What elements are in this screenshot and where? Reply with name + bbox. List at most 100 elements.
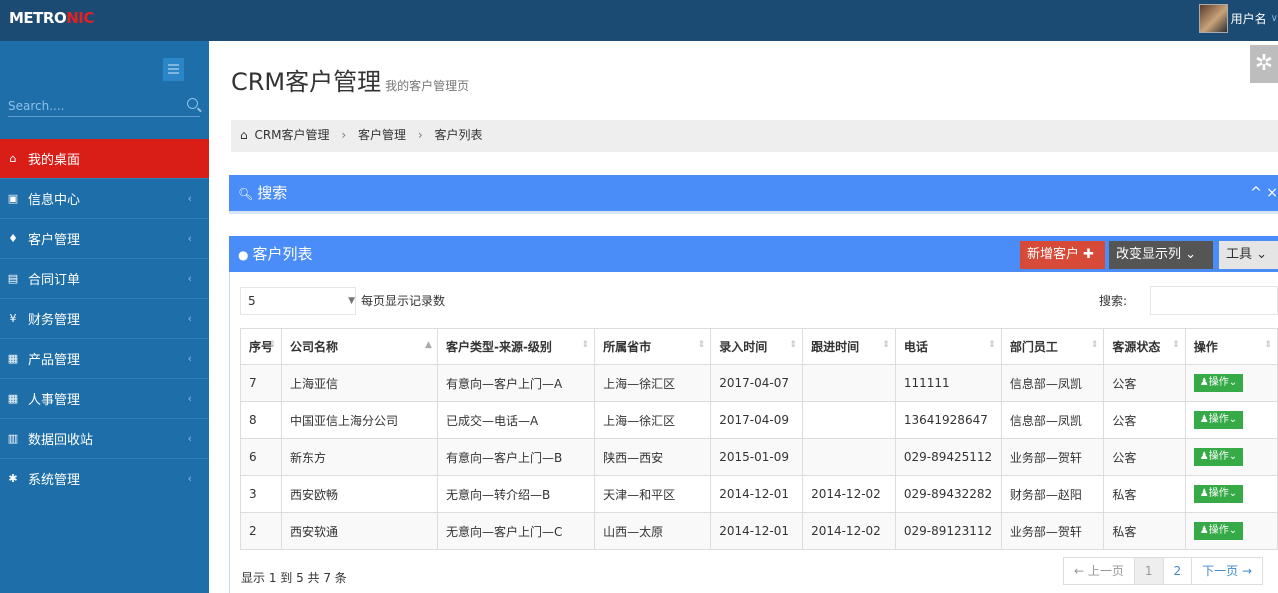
- table-cell: ♟操作⌄: [1184, 364, 1278, 402]
- panel-tools[interactable]: ^ ×: [1250, 175, 1278, 211]
- sort-icon: ⇕: [697, 340, 706, 350]
- search-panel-header[interactable]: 🔍︎ 搜索 ^ ×: [229, 175, 1278, 211]
- sidebar-item-label: 产品管理: [28, 353, 81, 368]
- table-cell: 业务部—贺轩: [1000, 438, 1105, 476]
- table-cell: 信息部—凤凯: [1000, 401, 1105, 439]
- column-header[interactable]: 客户类型-来源-级别 ⇕: [436, 328, 596, 365]
- table-cell: 中国亚信上海分公司: [281, 401, 438, 439]
- sidebar-search-input[interactable]: Search....: [8, 97, 200, 117]
- table-cell: 2: [239, 512, 283, 550]
- sidebar-item-2[interactable]: ♦ 客户管理 ‹: [0, 218, 209, 258]
- table-cell: 13641928647: [894, 401, 1002, 439]
- change-columns-button[interactable]: 改变显示列 ⌄: [1109, 241, 1213, 269]
- column-header[interactable]: 电话 ⇕: [894, 328, 1002, 365]
- column-header[interactable]: 跟进时间 ⇕: [802, 328, 896, 365]
- top-header: METRONIC 用户名 ∨: [0, 0, 1278, 41]
- filter-label: 搜索:: [1099, 294, 1128, 308]
- page-2-button[interactable]: 2: [1162, 557, 1193, 585]
- sidebar-item-0[interactable]: ⌂ 我的桌面: [0, 139, 209, 178]
- table-row: 6 新东方 有意向—客户上门—B 陕西—西安 2015-01-09 029-8942511…: [239, 438, 1278, 476]
- user-icon: ♟: [1199, 525, 1209, 536]
- table-cell: 2014-12-01: [710, 475, 804, 513]
- sidebar-item-4[interactable]: ¥ 财务管理 ‹: [0, 298, 209, 338]
- trash-icon: ▥: [7, 432, 19, 445]
- table-cell: 公客: [1103, 401, 1186, 439]
- action-button[interactable]: ♟操作⌄: [1193, 374, 1244, 392]
- logo[interactable]: METRONIC: [9, 9, 94, 27]
- settings-gear-icon[interactable]: ✲: [1250, 45, 1278, 83]
- tools-button[interactable]: 工具 ⌄: [1219, 241, 1278, 269]
- action-button[interactable]: ♟操作⌄: [1193, 411, 1244, 429]
- filter-input[interactable]: [1150, 286, 1278, 315]
- user-icon: ♟: [1199, 377, 1209, 388]
- chevron-left-icon: ‹: [187, 472, 192, 485]
- column-header[interactable]: 公司名称 ▲: [281, 328, 438, 365]
- table-info: 显示 1 到 5 共 7 条: [241, 571, 347, 585]
- next-page-button[interactable]: 下一页 →: [1191, 557, 1264, 585]
- column-header[interactable]: 所属省市 ⇕: [594, 328, 712, 365]
- table-cell: 029-89123112: [894, 512, 1002, 550]
- table-row: 7 上海亚信 有意向—客户上门—A 上海—徐汇区 2017-04-07 111111 信息部…: [239, 364, 1278, 402]
- table-cell: 2015-01-09: [710, 438, 804, 476]
- sidebar-item-label: 信息中心: [28, 193, 81, 208]
- search-placeholder: Search....: [8, 99, 65, 113]
- page-1-button[interactable]: 1: [1133, 557, 1164, 585]
- sidebar-item-7[interactable]: ▥ 数据回收站 ‹: [0, 418, 209, 458]
- chevron-down-icon: ⌄: [1185, 247, 1197, 262]
- action-button[interactable]: ♟操作⌄: [1193, 485, 1244, 503]
- table-cell: 有意向—客户上门—A: [436, 364, 596, 402]
- sort-icon: ⇕: [882, 340, 890, 350]
- username: 用户名: [1230, 11, 1267, 26]
- sidebar-item-label: 合同订单: [28, 273, 81, 288]
- column-header[interactable]: 客源状态 ⇕: [1103, 328, 1186, 365]
- column-header[interactable]: 操作 ⇕: [1184, 328, 1278, 365]
- yen-icon: ¥: [9, 312, 17, 325]
- breadcrumb-item-customer[interactable]: 客户管理: [358, 128, 406, 142]
- table-cell: ♟操作⌄: [1184, 475, 1278, 513]
- menu-toggle-icon[interactable]: [163, 58, 184, 81]
- table-cell: 已成交—电话—A: [436, 401, 596, 439]
- chevron-down-icon: ⌄: [1228, 488, 1238, 499]
- breadcrumb-separator: ›: [341, 128, 347, 142]
- breadcrumb-item-crm[interactable]: CRM客户管理: [254, 128, 329, 142]
- sort-icon: ⇕: [789, 340, 798, 350]
- table-cell: 无意向—客户上门—C: [436, 512, 596, 550]
- plus-icon: ✚: [1083, 247, 1095, 262]
- chevron-left-icon: ‹: [187, 232, 192, 245]
- column-header[interactable]: 序号 ⇕: [239, 328, 283, 365]
- caret-down-icon: ▼: [348, 296, 355, 306]
- table-cell: 天津—和平区: [594, 475, 712, 513]
- page-length-label: 每页显示记录数: [361, 294, 446, 308]
- search-icon[interactable]: [187, 98, 198, 109]
- sidebar-item-6[interactable]: ▦ 人事管理 ‹: [0, 378, 209, 418]
- sidebar-item-3[interactable]: ▤ 合同订单 ‹: [0, 258, 209, 298]
- action-button[interactable]: ♟操作⌄: [1193, 448, 1244, 466]
- user-menu[interactable]: 用户名 ∨: [1198, 3, 1278, 33]
- sidebar-item-label: 客户管理: [28, 233, 81, 248]
- search-panel-title: 搜索: [257, 184, 288, 202]
- table-cell: 西安欧畅: [281, 475, 438, 513]
- sidebar-item-8[interactable]: ✱ 系统管理 ‹: [0, 458, 209, 498]
- sort-icon: ⇕: [581, 340, 590, 350]
- page-length-select[interactable]: 5 ▼: [240, 287, 356, 315]
- chevron-down-icon: ∨: [1270, 12, 1278, 24]
- sort-icon: ⇕: [1172, 340, 1180, 350]
- table-cell: 信息部—凤凯: [1000, 364, 1105, 402]
- user-icon: ♦: [8, 232, 18, 245]
- column-header[interactable]: 部门员工 ⇕: [1000, 328, 1105, 365]
- action-button[interactable]: ♟操作⌄: [1193, 522, 1244, 540]
- page-subtitle: 我的客户管理页: [385, 79, 470, 93]
- sidebar-nav: ⌂ 我的桌面 ▣ 信息中心 ‹ ♦ 客户管理 ‹ ▤ 合同订单 ‹ ¥ 财务管理 ‹ ▦ 产品管理 ‹ ▦ 人事管理…: [0, 139, 209, 498]
- sidebar-item-1[interactable]: ▣ 信息中心 ‹: [0, 178, 209, 218]
- column-header[interactable]: 录入时间 ⇕: [710, 328, 804, 365]
- add-customer-button[interactable]: 新增客户 ✚: [1020, 241, 1105, 269]
- prev-page-button[interactable]: ← 上一页: [1063, 557, 1135, 585]
- table-icon: ▦: [7, 392, 19, 405]
- avatar[interactable]: [1198, 3, 1228, 33]
- user-icon: ♟: [1199, 488, 1209, 499]
- table-cell: 山西—太原: [594, 512, 712, 550]
- table-cell: 2017-04-07: [710, 364, 804, 402]
- table-cell: 2014-12-01: [710, 512, 804, 550]
- sidebar-item-5[interactable]: ▦ 产品管理 ‹: [0, 338, 209, 378]
- chevron-left-icon: ‹: [187, 192, 192, 205]
